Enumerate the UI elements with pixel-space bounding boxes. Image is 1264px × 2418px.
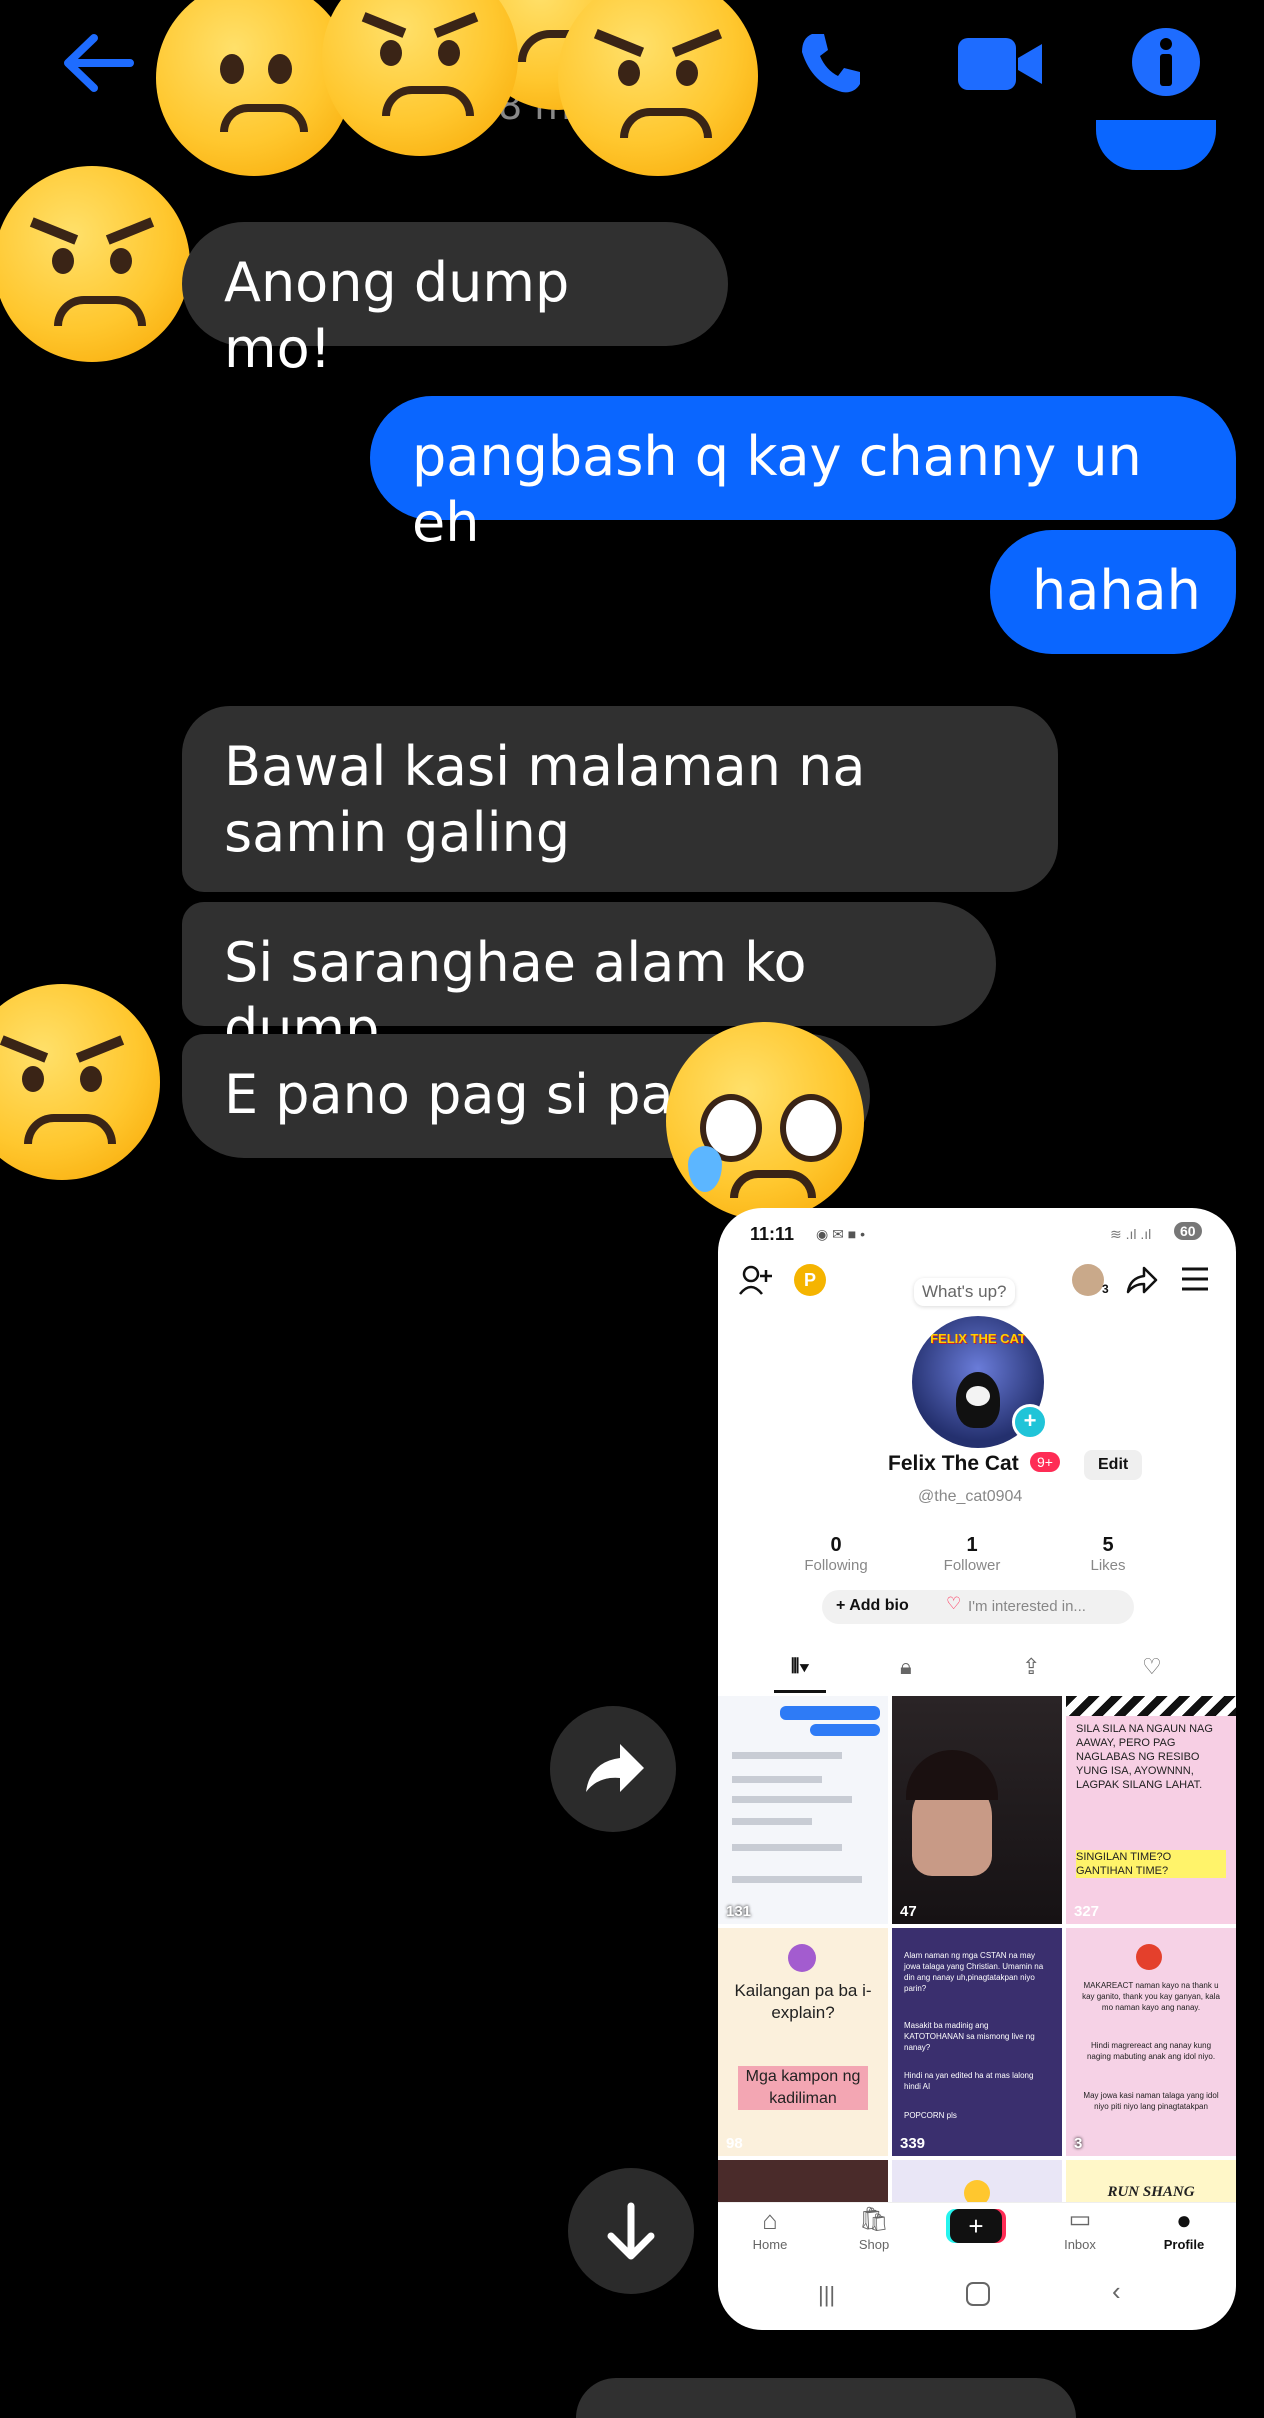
message-bubble-outgoing[interactable]: pangbash q kay channy un eh <box>370 396 1236 554</box>
next-bubble-edge <box>576 2378 1076 2418</box>
frowning-face-emoji <box>156 0 352 176</box>
add-bio-button[interactable]: + Add bio <box>836 1597 909 1615</box>
back-nav-icon[interactable]: ‹ <box>1112 2276 1121 2307</box>
nav-inbox[interactable]: ▭ Inbox <box>1040 2203 1120 2252</box>
add-friend-icon[interactable] <box>738 1264 774 1296</box>
angry-face-emoji <box>0 984 160 1180</box>
heart-icon: ♡ <box>946 1594 962 1613</box>
view-count: 47 <box>900 1903 917 1920</box>
nav-create[interactable]: + <box>936 2203 1016 2243</box>
nav-home[interactable]: ⌂ Home <box>730 2203 810 2252</box>
message-bubble-incoming[interactable]: Bawal kasi malaman na samin galing <box>182 706 1058 892</box>
share-icon[interactable] <box>1124 1264 1158 1296</box>
menu-icon[interactable] <box>1180 1266 1210 1292</box>
share-arrow-icon <box>586 1744 644 1792</box>
video-tile[interactable]: MAKAREACT naman kayo na thank u kay gani… <box>1066 1928 1236 2156</box>
view-count: 339 <box>900 2135 926 2152</box>
whats-up-bubble[interactable]: What's up? <box>914 1278 1015 1306</box>
view-count: 131 <box>726 1903 752 1920</box>
video-tile[interactable]: Alam naman ng mga CSTAN na may jowa tala… <box>892 1928 1062 2156</box>
status-notification-icons: ◉ ✉ ■ • <box>816 1226 865 1242</box>
message-bubble-incoming[interactable]: Si saranghae alam ko dump <box>182 902 996 1060</box>
repost-icon[interactable]: ⇪ <box>1022 1654 1040 1680</box>
message-bubble-incoming[interactable]: Anong dump mo! <box>182 222 728 380</box>
home-icon: ⌂ <box>762 2205 778 2235</box>
profile-icon: ● <box>1176 2205 1192 2235</box>
forward-button[interactable] <box>550 1706 676 1832</box>
info-icon[interactable] <box>1130 26 1202 98</box>
profile-name: Felix The Cat <box>888 1452 1019 1475</box>
interests-button[interactable]: I'm interested in... <box>968 1598 1086 1615</box>
video-camera-icon[interactable] <box>956 36 1044 92</box>
profile-handle: @the_cat0904 <box>918 1488 1023 1505</box>
view-count: 98 <box>726 2135 743 2152</box>
previous-bubble-edge <box>1096 120 1216 170</box>
nav-shop[interactable]: 🛍︎ Shop <box>834 2203 914 2252</box>
friends-count: 3 <box>1102 1282 1109 1296</box>
coin-icon[interactable]: P <box>794 1264 826 1296</box>
message-bubble-outgoing[interactable]: hahah <box>990 530 1236 654</box>
signal-icon: ≋ .ıl .ıl <box>1110 1226 1152 1242</box>
stat-follower[interactable]: 1 Follower <box>922 1534 1022 1574</box>
notification-badge: 9+ <box>1030 1452 1060 1472</box>
create-button[interactable]: + <box>950 2209 1002 2243</box>
lock-icon[interactable]: 🔒︎ <box>900 1654 912 1680</box>
angry-face-emoji <box>0 166 190 362</box>
inbox-icon: ▭ <box>1068 2206 1092 2233</box>
friends-avatar[interactable] <box>1072 1264 1104 1296</box>
shop-bag-icon: 🛍︎ <box>858 2206 890 2233</box>
home-button-icon[interactable] <box>966 2282 990 2306</box>
shared-screenshot[interactable]: 11:11 ◉ ✉ ■ • ≋ .ıl .ıl 60 P What's up? … <box>718 1208 1236 2330</box>
arrow-down-icon <box>607 2202 655 2260</box>
add-avatar-button[interactable]: + <box>1012 1404 1048 1440</box>
nav-profile[interactable]: ● Profile <box>1144 2203 1224 2252</box>
tab-videos-underline <box>774 1690 826 1693</box>
view-count: 3 <box>1074 2135 1083 2152</box>
recent-apps-icon[interactable]: ||| <box>818 2282 835 2308</box>
sad-tear-face-emoji <box>666 1022 864 1220</box>
stat-likes[interactable]: 5 Likes <box>1058 1534 1158 1574</box>
video-tile[interactable]: Kailangan pa ba i-explain? Mga kampon ng… <box>718 1928 888 2156</box>
scroll-down-button[interactable] <box>568 2168 694 2294</box>
angry-face-emoji <box>322 0 518 156</box>
tab-videos[interactable]: ⦀▾ <box>770 1656 830 1679</box>
edit-profile-button[interactable]: Edit <box>1084 1450 1143 1480</box>
bottom-nav: ⌂ Home 🛍︎ Shop + ▭ Inbox ● Profile <box>718 2202 1236 2269</box>
liked-icon[interactable]: ♡ <box>1142 1654 1162 1680</box>
video-tile[interactable]: SILA SILA NA NGAUN NAG AAWAY, PERO PAG N… <box>1066 1696 1236 1924</box>
arrow-left-icon[interactable] <box>60 30 134 96</box>
stat-following[interactable]: 0 Following <box>786 1534 886 1574</box>
video-tile[interactable]: 47 <box>892 1696 1062 1924</box>
angry-face-emoji <box>558 0 758 176</box>
view-count: 327 <box>1074 1903 1100 1920</box>
phone-icon[interactable] <box>796 28 866 98</box>
video-tile[interactable]: 131 <box>718 1696 888 1924</box>
status-time: 11:11 <box>750 1224 795 1244</box>
battery-badge: 60 <box>1174 1222 1202 1240</box>
